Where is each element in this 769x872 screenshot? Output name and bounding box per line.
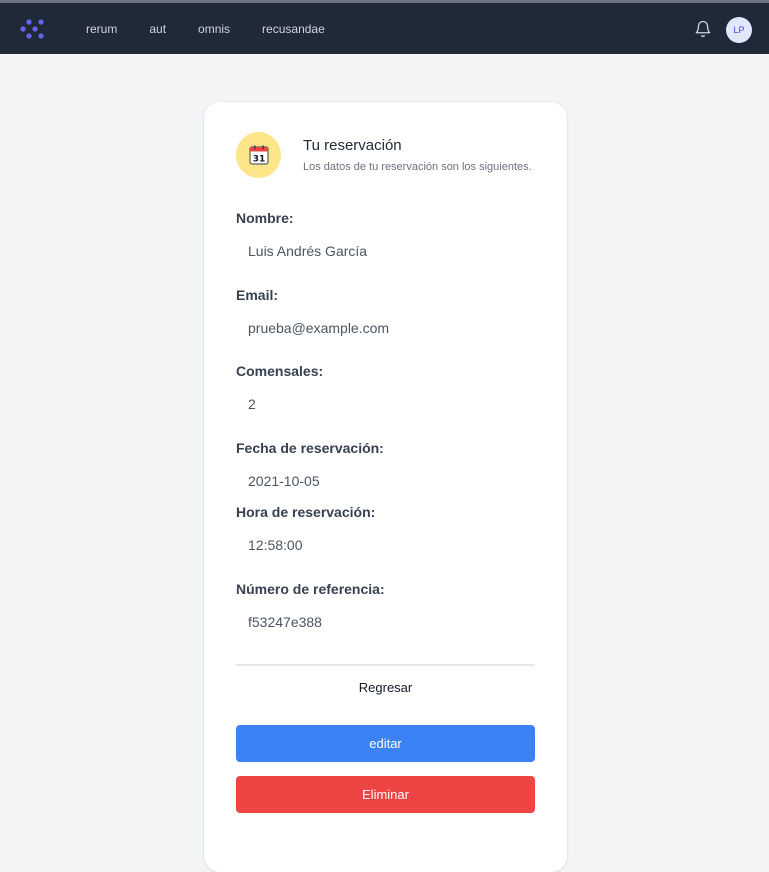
- field-label-fecha: Fecha de reservación:: [236, 440, 384, 456]
- field-value-fecha: 2021-10-05: [248, 473, 320, 489]
- nav-link-recusandae[interactable]: recusandae: [246, 16, 341, 42]
- card-title: Tu reservación: [303, 137, 402, 154]
- field-value-nombre: Luis Andrés García: [248, 243, 368, 259]
- reservation-card: 31 Tu reservación Los datos de tu reserv…: [204, 102, 567, 872]
- dots-logo-icon[interactable]: [19, 16, 45, 42]
- field-value-hora: 12:58:00: [248, 537, 303, 553]
- nav-link-omnis[interactable]: omnis: [182, 16, 246, 42]
- back-link[interactable]: Regresar: [236, 680, 535, 695]
- delete-button[interactable]: Eliminar: [236, 776, 535, 813]
- card-subtitle: Los datos de tu reservación son los sigu…: [303, 161, 532, 173]
- nav-links: rerum aut omnis recusandae: [70, 3, 341, 54]
- calendar-icon: 31: [249, 145, 268, 165]
- nav-link-aut[interactable]: aut: [133, 16, 182, 42]
- calendar-icon-badge: 31: [236, 132, 281, 178]
- field-value-email: prueba@example.com: [248, 320, 390, 336]
- field-value-comensales: 2: [248, 396, 256, 412]
- edit-button[interactable]: editar: [236, 725, 535, 762]
- field-label-referencia: Número de referencia:: [236, 581, 385, 597]
- user-avatar[interactable]: LP: [726, 17, 752, 43]
- field-label-hora: Hora de reservación:: [236, 504, 376, 520]
- field-label-comensales: Comensales:: [236, 363, 324, 379]
- field-label-email: Email:: [236, 287, 279, 303]
- bell-icon[interactable]: [694, 20, 712, 38]
- calendar-day-number: 31: [252, 155, 265, 165]
- field-value-referencia: f53247e388: [248, 614, 322, 630]
- field-label-nombre: Nombre:: [236, 210, 294, 226]
- divider: [236, 664, 535, 666]
- nav-link-rerum[interactable]: rerum: [70, 16, 133, 42]
- navbar: rerum aut omnis recusandae LP: [0, 3, 769, 54]
